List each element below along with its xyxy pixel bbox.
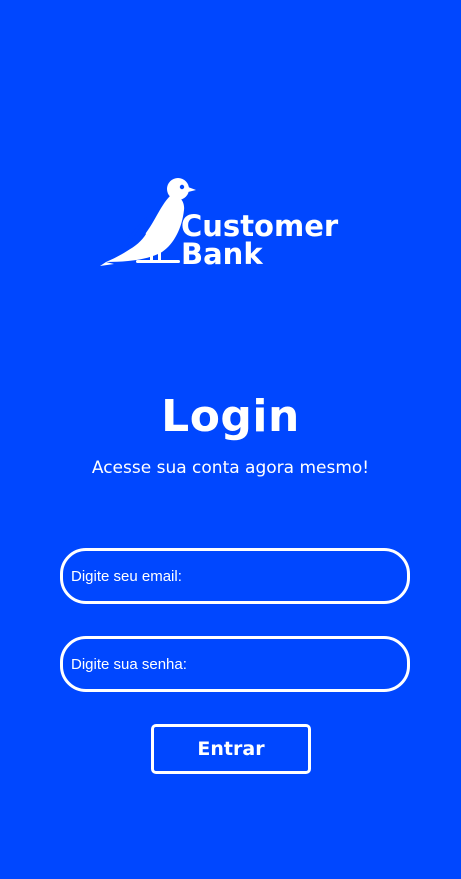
page-title: Login: [161, 391, 300, 442]
login-button[interactable]: Entrar: [151, 724, 311, 774]
customer-bank-logo: Customer Bank: [100, 176, 345, 268]
bird-icon: Customer Bank: [100, 178, 339, 268]
brand-name-line2: Bank: [181, 237, 263, 268]
page-subtitle: Acesse sua conta agora mesmo!: [91, 458, 370, 478]
email-input[interactable]: [60, 548, 410, 604]
password-input[interactable]: [60, 636, 410, 692]
login-page: Customer Bank Login Acesse sua conta ago…: [0, 0, 461, 879]
